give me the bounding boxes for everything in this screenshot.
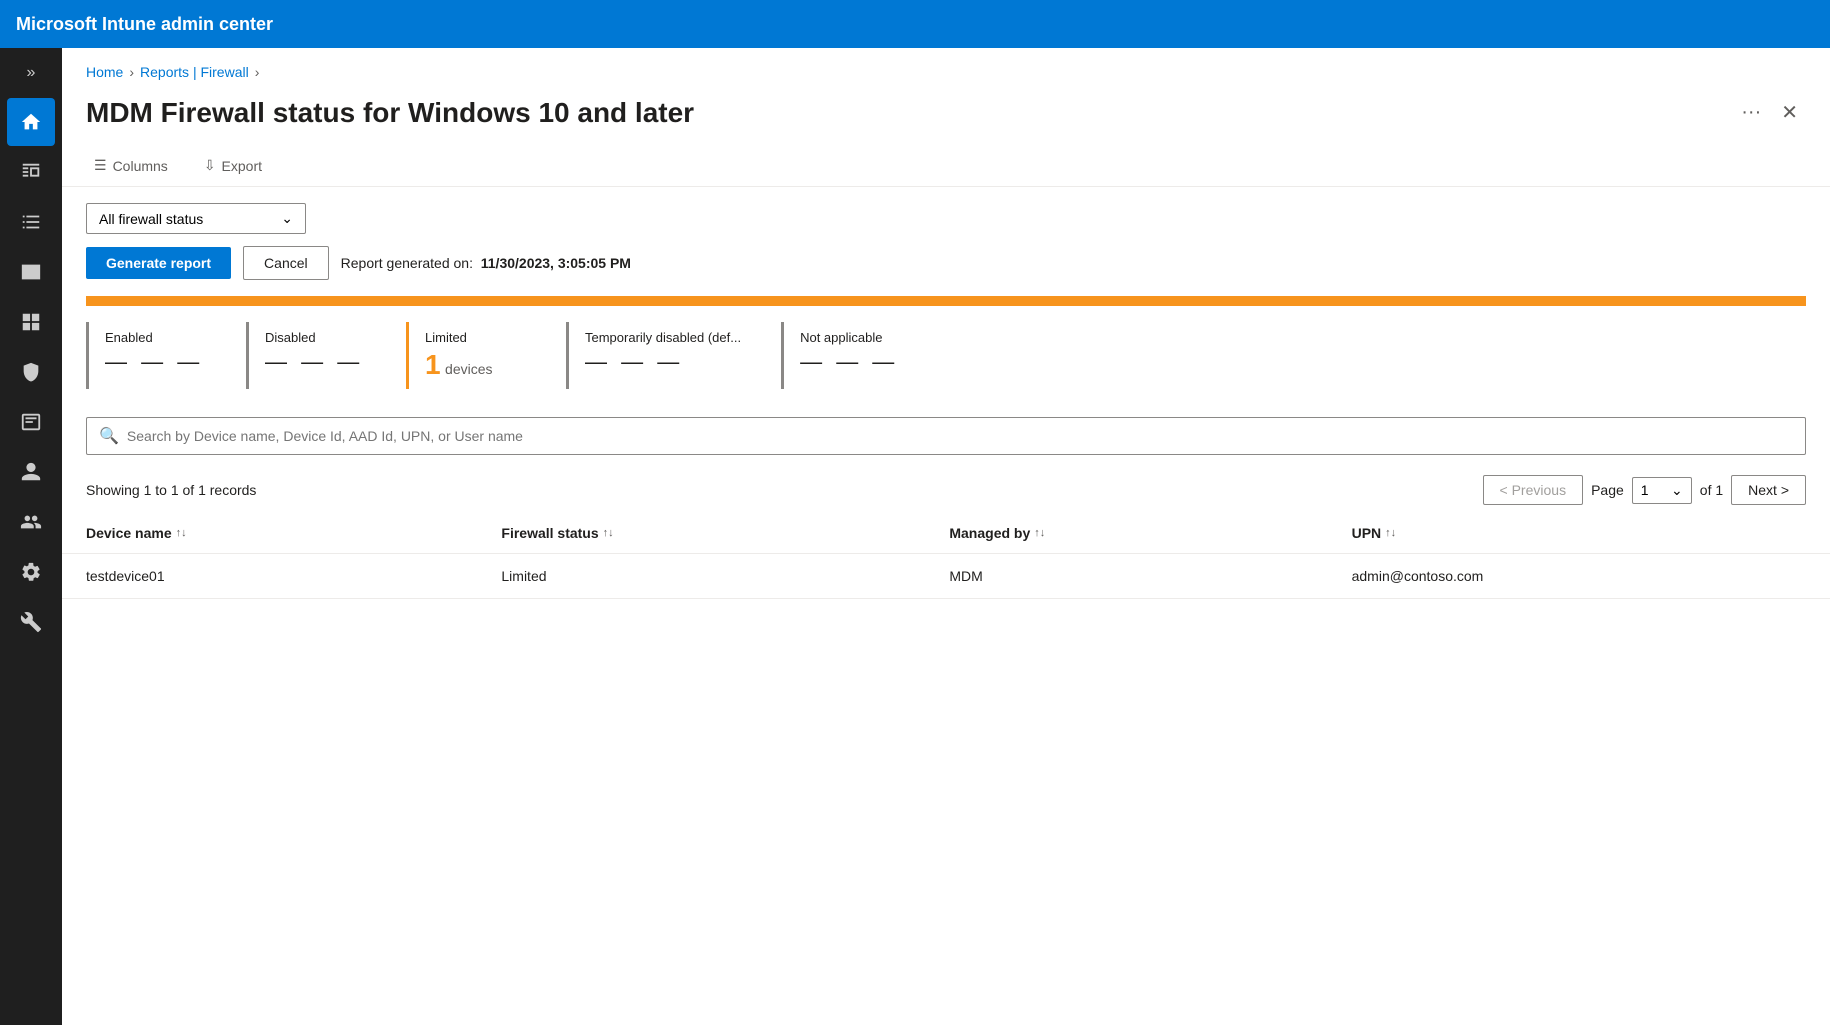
col-device-name[interactable]: Device name ↑↓ <box>62 513 477 554</box>
dropdown-label: All firewall status <box>99 211 203 227</box>
sidebar-item-policy[interactable] <box>7 398 55 446</box>
cancel-button[interactable]: Cancel <box>243 246 329 280</box>
breadcrumb-sep-1: › <box>129 64 134 80</box>
sidebar-item-apps[interactable] <box>7 298 55 346</box>
stat-limited-sub: devices <box>445 361 492 377</box>
page-label: Page <box>1591 482 1624 498</box>
top-bar: Microsoft Intune admin center <box>0 0 1830 48</box>
report-generated-value: 11/30/2023, 3:05:05 PM <box>481 255 631 271</box>
chevron-down-icon: ⌄ <box>281 210 293 227</box>
report-generated-prefix: Report generated on: <box>341 255 473 271</box>
stat-limited-number: 1 <box>425 349 441 380</box>
stat-not-applicable-label: Not applicable <box>800 330 901 345</box>
breadcrumb-home[interactable]: Home <box>86 64 123 80</box>
page-header: MDM Firewall status for Windows 10 and l… <box>62 88 1830 145</box>
columns-label: Columns <box>113 158 168 174</box>
sidebar-item-list[interactable] <box>7 198 55 246</box>
stats-section: Enabled — — — Disabled — — — Limited 1 d… <box>62 306 1830 405</box>
more-options-button[interactable]: ··· <box>1741 101 1761 124</box>
sidebar: » <box>0 48 62 1025</box>
export-button[interactable]: ⇩ Export <box>196 153 270 178</box>
filter-row-dropdown: All firewall status ⌄ <box>86 203 1806 234</box>
search-icon: 🔍 <box>99 426 119 446</box>
app-title: Microsoft Intune admin center <box>16 14 273 35</box>
page-title: MDM Firewall status for Windows 10 and l… <box>86 97 1729 129</box>
sidebar-item-tenant-admin[interactable] <box>7 548 55 596</box>
search-input[interactable] <box>127 428 1793 444</box>
stat-disabled-label: Disabled <box>265 330 366 345</box>
stat-not-applicable-value: — — — <box>800 349 901 375</box>
sidebar-item-home[interactable] <box>7 98 55 146</box>
main-layout: » <box>0 48 1830 1025</box>
toolbar: ☰ Columns ⇩ Export <box>62 145 1830 187</box>
generate-report-button[interactable]: Generate report <box>86 247 231 279</box>
page-number: 1 <box>1641 482 1649 498</box>
export-label: Export <box>222 158 262 174</box>
filter-section: All firewall status ⌄ Generate report Ca… <box>62 187 1830 296</box>
stat-disabled-value: — — — <box>265 349 366 375</box>
records-row: Showing 1 to 1 of 1 records < Previous P… <box>62 467 1830 513</box>
stat-enabled-label: Enabled <box>105 330 206 345</box>
page-select[interactable]: 1 ⌄ <box>1632 477 1692 504</box>
stat-enabled-value: — — — <box>105 349 206 375</box>
breadcrumb-sep-2: › <box>255 64 260 80</box>
stat-not-applicable: Not applicable — — — <box>781 322 941 389</box>
stat-temp-disabled: Temporarily disabled (def... — — — <box>566 322 781 389</box>
of-label: of 1 <box>1700 482 1723 498</box>
sidebar-item-users[interactable] <box>7 448 55 496</box>
stat-limited-value: 1 devices <box>425 349 526 381</box>
records-info: Showing 1 to 1 of 1 records <box>86 482 256 498</box>
filter-row-actions: Generate report Cancel Report generated … <box>86 246 1806 280</box>
sidebar-item-devices[interactable] <box>7 248 55 296</box>
cell-upn: admin@contoso.com <box>1328 554 1830 599</box>
sort-managed-by-icon: ↑↓ <box>1034 527 1045 539</box>
stat-disabled: Disabled — — — <box>246 322 406 389</box>
col-firewall-status[interactable]: Firewall status ↑↓ <box>477 513 925 554</box>
export-icon: ⇩ <box>204 157 216 174</box>
search-box: 🔍 <box>86 417 1806 455</box>
cell-firewall_status: Limited <box>477 554 925 599</box>
stat-limited-label: Limited <box>425 330 526 345</box>
breadcrumb-reports[interactable]: Reports | Firewall <box>140 64 249 80</box>
report-generated-info: Report generated on: 11/30/2023, 3:05:05… <box>341 255 631 271</box>
firewall-progress-bar <box>86 296 1806 306</box>
stat-enabled: Enabled — — — <box>86 322 246 389</box>
sort-firewall-status-icon: ↑↓ <box>603 527 614 539</box>
firewall-status-dropdown[interactable]: All firewall status ⌄ <box>86 203 306 234</box>
close-button[interactable]: ✕ <box>1773 96 1806 129</box>
stat-temp-disabled-label: Temporarily disabled (def... <box>585 330 741 345</box>
data-table: Device name ↑↓ Firewall status ↑↓ Manage… <box>62 513 1830 599</box>
sidebar-item-troubleshoot[interactable] <box>7 598 55 646</box>
content-area: Home › Reports | Firewall › MDM Firewall… <box>62 48 1830 1025</box>
cell-managed_by: MDM <box>925 554 1327 599</box>
previous-button[interactable]: < Previous <box>1483 475 1584 505</box>
pagination: < Previous Page 1 ⌄ of 1 Next > <box>1483 475 1806 505</box>
search-section: 🔍 <box>62 405 1830 467</box>
table-row: testdevice01LimitedMDMadmin@contoso.com <box>62 554 1830 599</box>
sort-upn-icon: ↑↓ <box>1385 527 1396 539</box>
columns-button[interactable]: ☰ Columns <box>86 153 176 178</box>
next-button[interactable]: Next > <box>1731 475 1806 505</box>
sidebar-item-reports[interactable] <box>7 148 55 196</box>
col-managed-by[interactable]: Managed by ↑↓ <box>925 513 1327 554</box>
stat-limited: Limited 1 devices <box>406 322 566 389</box>
breadcrumb: Home › Reports | Firewall › <box>62 48 1830 88</box>
stat-temp-disabled-value: — — — <box>585 349 741 375</box>
columns-icon: ☰ <box>94 157 107 174</box>
col-upn[interactable]: UPN ↑↓ <box>1328 513 1830 554</box>
page-select-chevron: ⌄ <box>1671 482 1683 499</box>
sidebar-collapse-button[interactable]: » <box>19 56 44 90</box>
cell-device_name: testdevice01 <box>62 554 477 599</box>
sort-device-name-icon: ↑↓ <box>176 527 187 539</box>
sidebar-item-groups[interactable] <box>7 498 55 546</box>
table-header-row: Device name ↑↓ Firewall status ↑↓ Manage… <box>62 513 1830 554</box>
sidebar-item-security[interactable] <box>7 348 55 396</box>
